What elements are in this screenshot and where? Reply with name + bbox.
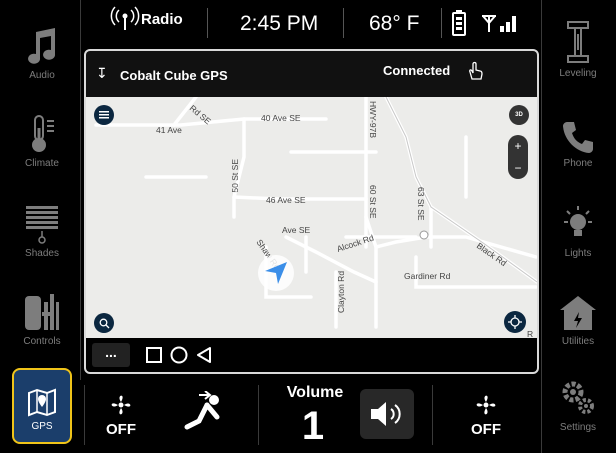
road-label: 41 Ave: [156, 125, 182, 135]
light-bulb-icon: [560, 196, 596, 244]
android-nav-bar: ...: [86, 338, 537, 372]
airflow-icon[interactable]: [183, 390, 227, 440]
road-label: 50 St SE: [230, 159, 240, 193]
nav-audio-label: Audio: [29, 70, 55, 81]
search-button[interactable]: [94, 313, 114, 333]
nav-leveling-label: Leveling: [559, 68, 597, 79]
nav-gps[interactable]: GPS: [12, 368, 72, 444]
speaker-icon: [371, 402, 401, 426]
nav-phone[interactable]: Phone: [546, 106, 610, 186]
search-icon: [99, 318, 109, 328]
more-button[interactable]: ...: [92, 343, 130, 367]
map-pin-icon: [27, 381, 57, 417]
bottom-divider: [432, 385, 433, 445]
nav-controls-label: Controls: [23, 336, 61, 347]
bottom-divider: [84, 385, 85, 445]
nav-audio[interactable]: Audio: [10, 18, 74, 98]
back-icon[interactable]: [196, 347, 212, 368]
fan-left-status[interactable]: OFF: [106, 421, 136, 438]
volume-button[interactable]: [360, 389, 414, 439]
nav-utilities-label: Utilities: [561, 336, 595, 347]
nav-gps-label: GPS: [31, 420, 53, 432]
recents-icon[interactable]: [146, 347, 162, 368]
current-location-icon: [258, 255, 294, 291]
phone-icon: [562, 106, 594, 154]
battery-icon: [452, 10, 466, 41]
nav-shades-label: Shades: [25, 248, 59, 259]
nav-settings-label: Settings: [559, 422, 597, 433]
crosshair-icon: [508, 315, 522, 329]
zoom-control: + −: [508, 135, 528, 179]
home-icon[interactable]: [170, 346, 188, 369]
right-divider: [541, 0, 542, 453]
left-divider: [80, 0, 81, 380]
road-label: 60 St SE: [368, 185, 378, 219]
volume-value: 1: [301, 404, 325, 448]
road-label: Ave SE: [282, 225, 311, 235]
road-label: HWY-97B: [368, 101, 378, 138]
fan-right-status[interactable]: OFF: [471, 421, 501, 438]
nav-utilities[interactable]: Utilities: [546, 284, 610, 364]
connection-status: Connected: [383, 63, 451, 78]
clock: 2:45 PM: [240, 12, 319, 35]
nav-controls[interactable]: Controls: [10, 284, 74, 364]
bottom-divider: [258, 385, 259, 445]
leveling-icon: [566, 16, 590, 64]
road-label: 40 Ave SE: [261, 113, 301, 123]
signal-icon: [480, 12, 520, 39]
shades-icon: [25, 196, 59, 244]
3d-toggle-button[interactable]: 3D: [509, 105, 529, 125]
radio-icon: [110, 6, 140, 37]
map-menu-button[interactable]: [94, 105, 114, 125]
road-label: Gardiner Rd: [404, 271, 451, 281]
gps-map-panel: ↧ Cobalt Cube GPS Connected Rd SE 41 Ave…: [84, 49, 539, 374]
road-label: 63 St SE: [416, 187, 426, 221]
status-divider: [207, 8, 208, 38]
volume-label: Volume: [286, 384, 344, 401]
touch-hand-icon: [466, 61, 484, 86]
controls-icon: [24, 284, 60, 332]
gears-icon: [560, 370, 596, 418]
zoom-out-button[interactable]: −: [514, 161, 521, 175]
radio-label[interactable]: Radio: [141, 11, 183, 28]
thermometer-icon: [27, 106, 57, 154]
nav-climate[interactable]: Climate: [10, 106, 74, 186]
fan-right-icon: [473, 392, 499, 423]
music-note-icon: [25, 18, 59, 66]
fan-left-icon: [108, 392, 134, 423]
map-canvas[interactable]: Rd SE 41 Ave 40 Ave SE HWY-97B 63 St SE …: [86, 97, 537, 340]
nav-climate-label: Climate: [25, 158, 59, 169]
temperature: 68° F: [369, 12, 420, 35]
nav-shades[interactable]: Shades: [10, 196, 74, 276]
nav-settings[interactable]: Settings: [546, 370, 610, 450]
status-divider: [441, 8, 442, 38]
gps-device-name: Cobalt Cube GPS: [120, 68, 228, 83]
status-divider: [343, 8, 344, 38]
nav-phone-label: Phone: [563, 158, 593, 169]
road-label: 46 Ave SE: [266, 195, 306, 205]
recenter-button[interactable]: [504, 311, 526, 333]
nav-lights-label: Lights: [564, 248, 592, 259]
gps-header: ↧ Cobalt Cube GPS Connected: [86, 51, 537, 97]
nav-leveling[interactable]: Leveling: [546, 16, 610, 96]
nav-lights[interactable]: Lights: [546, 196, 610, 276]
utilities-icon: [558, 284, 598, 332]
zoom-in-button[interactable]: +: [514, 139, 521, 153]
usb-icon: ↧: [96, 65, 108, 81]
road-label: Clayton Rd: [336, 271, 346, 313]
